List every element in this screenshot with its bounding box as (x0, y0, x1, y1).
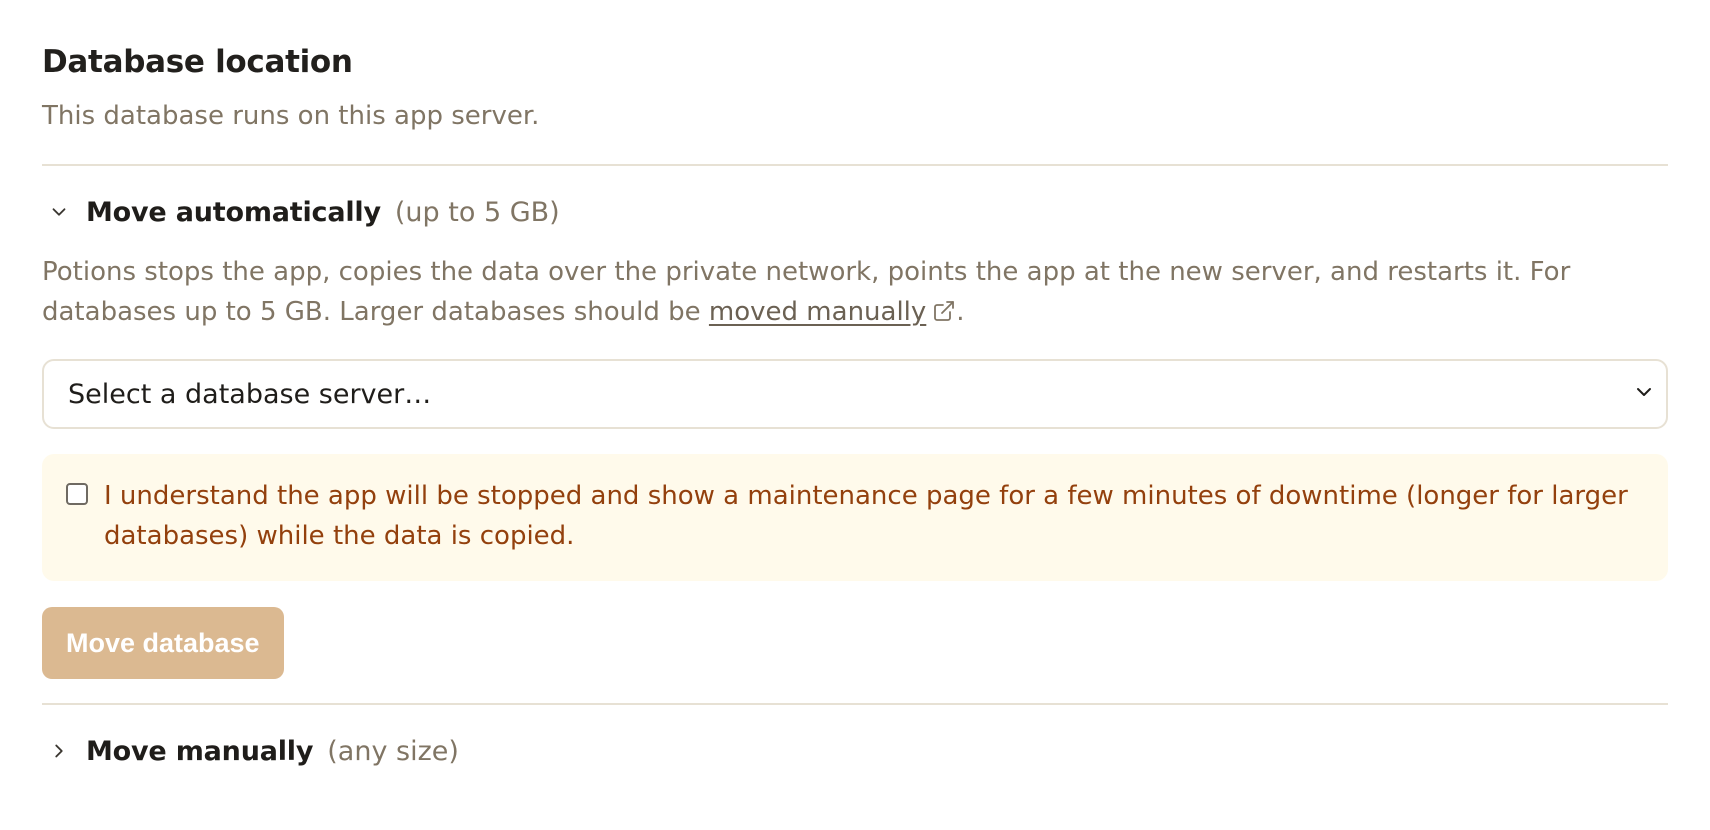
database-server-select[interactable]: Select a database server… (42, 359, 1668, 429)
move-automatically-title: Move automatically (86, 196, 381, 228)
downtime-warning: I understand the app will be stopped and… (42, 454, 1668, 581)
chevron-down-icon (1632, 380, 1656, 408)
downtime-confirm-label[interactable]: I understand the app will be stopped and… (104, 476, 1644, 556)
move-automatically-description: Potions stops the app, copies the data o… (42, 252, 1668, 335)
chevron-right-icon (42, 740, 86, 762)
move-manually-toggle[interactable]: Move manually (any size) (42, 705, 1668, 797)
description-period: . (956, 297, 965, 327)
move-manually-title: Move manually (86, 735, 314, 767)
move-database-button[interactable]: Move database (42, 607, 284, 679)
chevron-down-icon (42, 201, 86, 223)
database-server-select-value: Select a database server… (68, 378, 432, 410)
move-automatically-toggle[interactable]: Move automatically (up to 5 GB) (42, 166, 1668, 258)
move-manually-hint: (any size) (327, 735, 459, 767)
moved-manually-link[interactable]: moved manually (709, 297, 926, 327)
section-description: This database runs on this app server. (42, 101, 540, 131)
external-link-icon (932, 295, 956, 335)
database-location-page: Database location This database runs on … (0, 0, 1710, 797)
section-title: Database location (42, 44, 353, 80)
move-automatically-hint: (up to 5 GB) (394, 196, 560, 228)
downtime-confirm-checkbox[interactable] (66, 483, 88, 505)
